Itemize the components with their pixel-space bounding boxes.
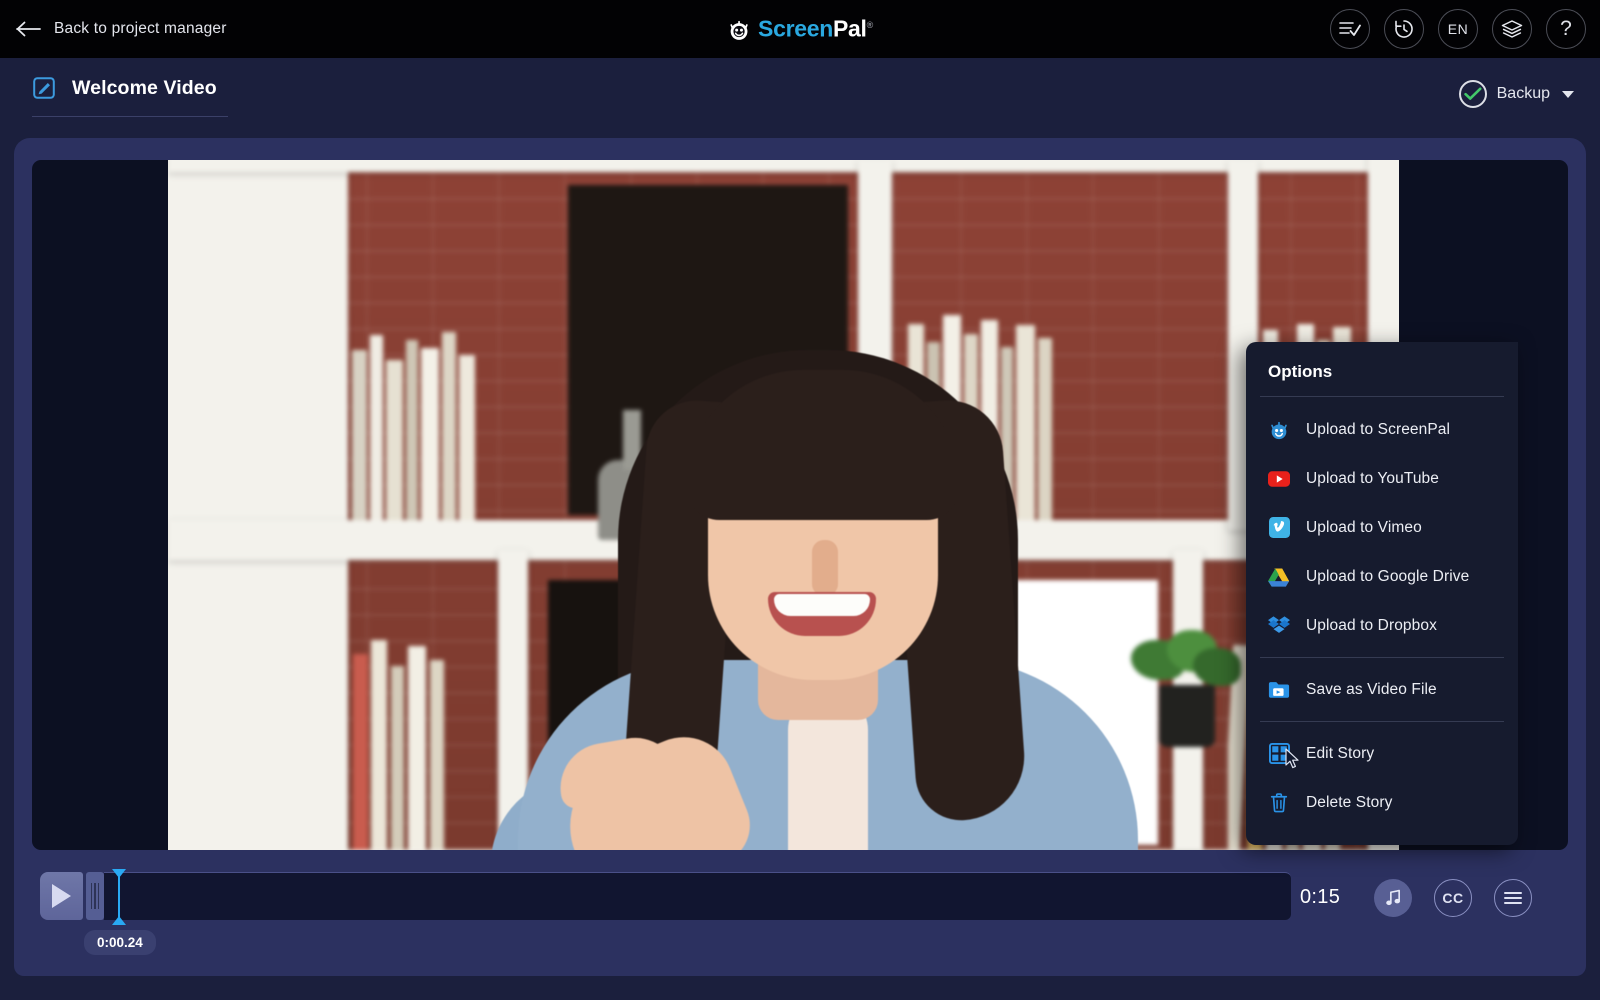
mouse-cursor [1285, 748, 1301, 770]
timeline-playhead[interactable] [118, 873, 120, 921]
screenpal-icon [1268, 419, 1290, 441]
vimeo-icon [1268, 517, 1290, 539]
video-duration-label: 0:15 [1300, 886, 1340, 909]
youtube-icon [1268, 468, 1290, 490]
play-button[interactable] [40, 872, 83, 920]
check-circle-icon [1459, 80, 1487, 108]
playhead-time-tooltip: 0:00.24 [84, 930, 156, 955]
chevron-down-icon [1562, 91, 1574, 98]
back-to-project-manager-button[interactable]: Back to project manager [16, 20, 227, 38]
options-divider [1260, 721, 1504, 722]
backup-status-dropdown[interactable]: Backup [1459, 80, 1574, 108]
brand-wordmark: ScreenPal® [758, 16, 873, 43]
timeline-track[interactable] [104, 872, 1291, 920]
back-button-label: Back to project manager [54, 20, 227, 38]
edit-square-icon [32, 76, 56, 100]
language-icon[interactable]: EN [1438, 9, 1478, 49]
dropbox-icon [1268, 615, 1290, 637]
closed-captions-button[interactable]: CC [1434, 879, 1472, 917]
menu-item-delete-story[interactable]: Delete Story [1246, 778, 1518, 827]
menu-item-upload-to-google-drive[interactable]: Upload to Google Drive [1246, 552, 1518, 601]
screenpal-logo-icon [727, 17, 751, 41]
music-note-icon[interactable] [1374, 879, 1412, 917]
brand-trademark: ® [867, 20, 873, 30]
brand-word-screen: Screen [758, 16, 833, 42]
menu-item-label: Upload to Google Drive [1306, 568, 1469, 586]
checklist-icon[interactable] [1330, 9, 1370, 49]
video-frame [168, 160, 1399, 850]
options-menu-title: Options [1246, 342, 1518, 396]
hamburger-menu-icon[interactable] [1494, 879, 1532, 917]
brand-word-pal: Pal [833, 16, 867, 42]
options-divider [1260, 657, 1504, 658]
menu-item-label: Delete Story [1306, 794, 1393, 812]
help-icon[interactable]: ? [1546, 9, 1586, 49]
menu-item-upload-to-screenpal[interactable]: Upload to ScreenPal [1246, 405, 1518, 454]
menu-item-label: Edit Story [1306, 745, 1374, 763]
menu-item-save-as-video-file[interactable]: Save as Video File [1246, 665, 1518, 714]
sub-header: Welcome Video Backup [0, 58, 1600, 138]
project-title-editor[interactable]: Welcome Video [32, 76, 228, 117]
play-icon [52, 884, 71, 908]
menu-item-label: Upload to YouTube [1306, 470, 1439, 488]
top-bar: Back to project manager ScreenPal® [0, 0, 1600, 58]
trash-icon [1268, 792, 1290, 814]
menu-item-upload-to-dropbox[interactable]: Upload to Dropbox [1246, 601, 1518, 650]
shelf-panel [168, 160, 348, 850]
history-clock-icon[interactable] [1384, 9, 1424, 49]
player-controls: 0:00.24 0:15 CC [0, 862, 1572, 972]
menu-item-label: Upload to Dropbox [1306, 617, 1437, 635]
screenpal-logo: ScreenPal® [727, 16, 873, 43]
person-in-video [468, 330, 1168, 850]
layers-icon[interactable] [1492, 9, 1532, 49]
page-title: Welcome Video [72, 77, 217, 100]
menu-item-label: Upload to Vimeo [1306, 519, 1422, 537]
timeline-drag-handle[interactable] [86, 872, 104, 920]
top-bar-icon-group: EN ? [1330, 9, 1586, 49]
menu-item-label: Save as Video File [1306, 681, 1437, 699]
menu-item-upload-to-vimeo[interactable]: Upload to Vimeo [1246, 503, 1518, 552]
backup-label: Backup [1497, 85, 1550, 103]
shelf-panel [168, 160, 1399, 172]
menu-item-label: Upload to ScreenPal [1306, 421, 1450, 439]
google-drive-icon [1268, 566, 1290, 588]
menu-item-upload-to-youtube[interactable]: Upload to YouTube [1246, 454, 1518, 503]
video-folder-icon [1268, 679, 1290, 701]
arrow-left-icon [16, 20, 42, 38]
